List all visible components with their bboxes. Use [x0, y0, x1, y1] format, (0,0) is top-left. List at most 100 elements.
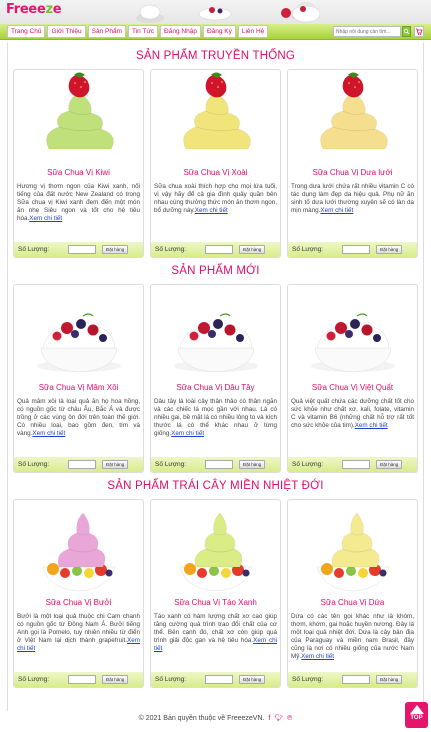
arrow-up-icon — [409, 705, 424, 714]
product-description: Sữa chua xoài thích hợp cho mọi lứa tuổi… — [151, 183, 280, 239]
footer: © 2021 Bản quyền thuộc về FreeezeVN. f 🐦… — [7, 706, 424, 732]
search-button[interactable] — [402, 26, 411, 37]
nav-news[interactable]: Tin Tức — [127, 25, 159, 38]
order-button[interactable]: Đặt hàng — [102, 245, 129, 254]
nav-products[interactable]: Sản Phẩm — [87, 25, 126, 38]
view-detail-link[interactable]: Xem chi tiết — [29, 215, 62, 222]
cart-icon — [416, 28, 423, 35]
product-name[interactable]: Sữa Chua Vị Táo Xanh — [151, 597, 280, 613]
order-button[interactable]: Đặt hàng — [376, 460, 403, 469]
quantity-label: Số Lượng: — [292, 676, 324, 683]
product-desc-text: Bưởi là một loại quả thuộc chi Cam chanh… — [17, 613, 140, 645]
quantity-label: Số Lượng: — [155, 461, 187, 468]
quantity-input[interactable] — [68, 460, 96, 469]
product-name[interactable]: Sữa Chua Vị Dâu Tây — [151, 382, 280, 398]
quantity-label: Số Lượng: — [155, 246, 187, 253]
quantity-input[interactable] — [68, 675, 96, 684]
order-bar: Số Lượng: Đặt hàng — [288, 672, 417, 687]
product-card: Sữa Chua Vị Kiwi Hương vị thơm ngon của K… — [13, 69, 144, 258]
order-button[interactable]: Đặt hàng — [376, 245, 403, 254]
order-button[interactable]: Đặt hàng — [376, 675, 403, 684]
quantity-label: Số Lượng: — [18, 676, 50, 683]
nav-home[interactable]: Trang Chủ — [7, 25, 46, 38]
order-bar: Số Lượng: Đặt hàng — [14, 242, 143, 257]
product-image[interactable] — [151, 70, 280, 163]
twitter-icon[interactable]: 🐦︎ — [274, 715, 283, 722]
product-description: Dâu tây là loài cây thân thảo có thân ng… — [151, 398, 280, 454]
quantity-input[interactable] — [342, 675, 370, 684]
nav-contact[interactable]: Liên Hệ — [237, 25, 269, 38]
product-card: Sữa Chua Vị Mâm Xôi Quả mâm xôi là loại q… — [13, 284, 144, 473]
order-bar: Số Lượng: Đặt hàng — [14, 457, 143, 472]
copyright-text: © 2021 Bản quyền thuộc về FreeezeVN. — [138, 715, 265, 722]
product-description: Bưởi là một loại quả thuộc chi Cam chanh… — [14, 613, 143, 669]
view-detail-link[interactable]: Xem chi tiết — [32, 430, 65, 437]
quantity-input[interactable] — [68, 245, 96, 254]
quantity-label: Số Lượng: — [292, 461, 324, 468]
product-desc-text: Quả việt quất chứa các dưỡng chất tốt ch… — [291, 398, 414, 430]
product-card: Sữa Chua Vị Bưởi Bưởi là một loại quả thu… — [13, 499, 144, 688]
view-detail-link[interactable]: Xem chi tiết — [171, 430, 204, 437]
logo[interactable]: Freeeze — [6, 2, 62, 17]
product-image[interactable] — [288, 70, 417, 163]
facebook-icon[interactable]: f — [268, 715, 270, 722]
cart-button[interactable] — [414, 26, 424, 37]
product-card: Sữa Chua Vị Dưa lưới Trong dưa lưới chứa … — [287, 69, 418, 258]
view-detail-link[interactable]: Xem chi tiết — [195, 207, 228, 214]
product-name[interactable]: Sữa Chua Vị Dưa lưới — [288, 167, 417, 183]
main-content: SẢN PHẨM TRUYỀN THỐNG Sữa Chua Vị Kiwi Hư… — [7, 43, 424, 711]
pinterest-icon[interactable]: ℗ — [287, 715, 292, 722]
product-row: Sữa Chua Vị Mâm Xôi Quả mâm xôi là loại q… — [8, 284, 423, 473]
back-to-top-button[interactable]: TOP — [405, 702, 428, 728]
product-card: Sữa Chua Vị Xoài Sữa chua xoài thích hợp … — [150, 69, 281, 258]
nav-register[interactable]: Đăng Ký — [202, 25, 236, 38]
quantity-label: Số Lượng: — [18, 461, 50, 468]
product-card: Sữa Chua Vị Táo Xanh Táo xanh có hàm lượn… — [150, 499, 281, 688]
view-detail-link[interactable]: Xem chi tiết — [320, 207, 353, 214]
search-input[interactable] — [333, 26, 401, 37]
view-detail-link[interactable]: Xem chi tiết — [301, 653, 334, 660]
product-image[interactable] — [14, 500, 143, 593]
view-detail-link[interactable]: Xem chi tiết — [355, 422, 388, 429]
product-name[interactable]: Sữa Chua Vị Kiwi — [14, 167, 143, 183]
quantity-input[interactable] — [205, 245, 233, 254]
product-image[interactable] — [151, 500, 280, 593]
nav-about[interactable]: Giới Thiệu — [47, 25, 86, 38]
product-description: Trong dưa lưới chứa rất nhiều vitamin C … — [288, 183, 417, 239]
main-nav: Trang Chủ Giới Thiệu Sản Phẩm Tin Tức Đă… — [0, 24, 431, 40]
logo-text: Freeeze — [6, 2, 62, 17]
section-title: SẢN PHẨM MỚI — [171, 265, 260, 277]
product-card: Sữa Chua Vị Việt Quất Quả việt quất chứa … — [287, 284, 418, 473]
product-name[interactable]: Sữa Chua Vị Xoài — [151, 167, 280, 183]
product-image[interactable] — [151, 285, 280, 378]
product-image[interactable] — [14, 285, 143, 378]
product-description: Quả mâm xôi là loại quả ăn họ hoa hồng, … — [14, 398, 143, 454]
product-description: Dứa có các tên gọi khác như là khóm, thơ… — [288, 613, 417, 669]
nav-login[interactable]: Đăng Nhập — [160, 25, 201, 38]
order-button[interactable]: Đặt hàng — [239, 460, 266, 469]
order-bar: Số Lượng: Đặt hàng — [151, 242, 280, 257]
quantity-input[interactable] — [205, 675, 233, 684]
quantity-input[interactable] — [342, 245, 370, 254]
product-image[interactable] — [14, 70, 143, 163]
product-card: Sữa Chua Vị Dâu Tây Dâu tây là loài cây t… — [150, 284, 281, 473]
order-button[interactable]: Đặt hàng — [102, 460, 129, 469]
product-image[interactable] — [288, 285, 417, 378]
order-button[interactable]: Đặt hàng — [239, 675, 266, 684]
product-name[interactable]: Sữa Chua Vị Dứa — [288, 597, 417, 613]
product-image[interactable] — [288, 500, 417, 593]
order-bar: Số Lượng: Đặt hàng — [14, 672, 143, 687]
section-title: SẢN PHẨM TRÁI CÂY MIỀN NHIỆT ĐỚI — [107, 480, 324, 492]
product-row: Sữa Chua Vị Kiwi Hương vị thơm ngon của K… — [8, 69, 423, 258]
quantity-input[interactable] — [342, 460, 370, 469]
back-to-top-label: TOP — [410, 715, 423, 721]
quantity-input[interactable] — [205, 460, 233, 469]
header-banner — [136, 2, 321, 23]
product-name[interactable]: Sữa Chua Vị Việt Quất — [288, 382, 417, 398]
quantity-label: Số Lượng: — [155, 676, 187, 683]
order-button[interactable]: Đặt hàng — [239, 245, 266, 254]
product-name[interactable]: Sữa Chua Vị Bưởi — [14, 597, 143, 613]
quantity-label: Số Lượng: — [18, 246, 50, 253]
product-name[interactable]: Sữa Chua Vị Mâm Xôi — [14, 382, 143, 398]
order-button[interactable]: Đặt hàng — [102, 675, 129, 684]
